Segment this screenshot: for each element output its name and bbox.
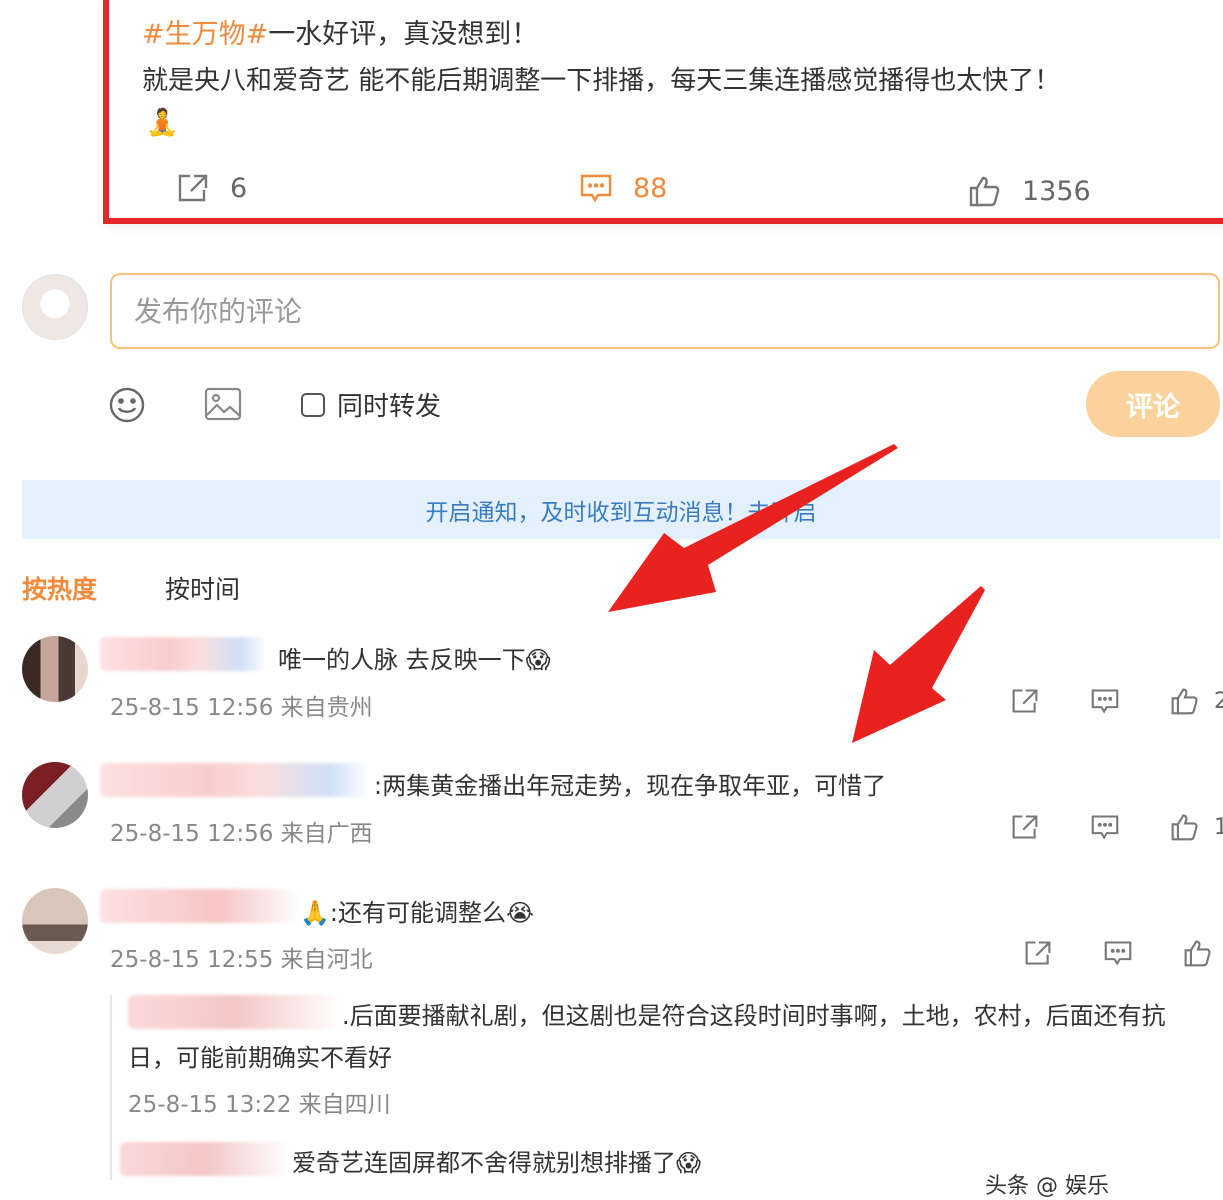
annotation-arrows <box>608 444 985 743</box>
red-arrow-icon <box>608 444 898 612</box>
red-arrow-icon <box>852 586 985 743</box>
